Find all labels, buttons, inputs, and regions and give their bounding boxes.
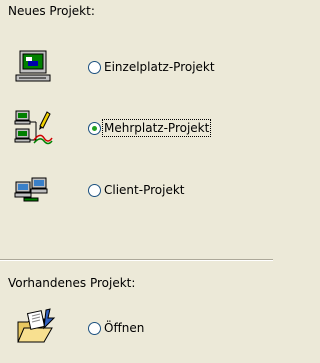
open-radio[interactable]	[88, 321, 101, 335]
option-row-einzelplatz: Einzelplatz-Projekt	[14, 47, 215, 87]
open-label: Öffnen	[104, 321, 145, 335]
new-project-heading: Neues Projekt:	[8, 4, 95, 18]
client-computers-icon	[14, 170, 58, 210]
computer-icon	[14, 47, 58, 87]
section-divider	[0, 259, 273, 261]
mehrplatz-label: Mehrplatz-Projekt	[101, 119, 212, 137]
existing-project-heading: Vorhandenes Projekt:	[8, 276, 136, 290]
open-folder-icon	[14, 308, 58, 348]
client-label: Client-Projekt	[104, 183, 185, 197]
einzelplatz-radio-option[interactable]: Einzelplatz-Projekt	[88, 60, 215, 74]
mehrplatz-radio[interactable]	[88, 121, 101, 135]
open-radio-option[interactable]: Öffnen	[88, 321, 144, 335]
option-row-client: Client-Projekt	[14, 170, 184, 210]
network-computers-icon	[14, 108, 58, 148]
client-radio-option[interactable]: Client-Projekt	[88, 183, 184, 197]
option-row-open: Öffnen	[14, 308, 144, 348]
einzelplatz-label: Einzelplatz-Projekt	[104, 60, 215, 74]
option-row-mehrplatz: Mehrplatz-Projekt	[14, 108, 212, 148]
einzelplatz-radio[interactable]	[88, 60, 101, 74]
mehrplatz-radio-option[interactable]: Mehrplatz-Projekt	[88, 119, 212, 137]
client-radio[interactable]	[88, 183, 101, 197]
